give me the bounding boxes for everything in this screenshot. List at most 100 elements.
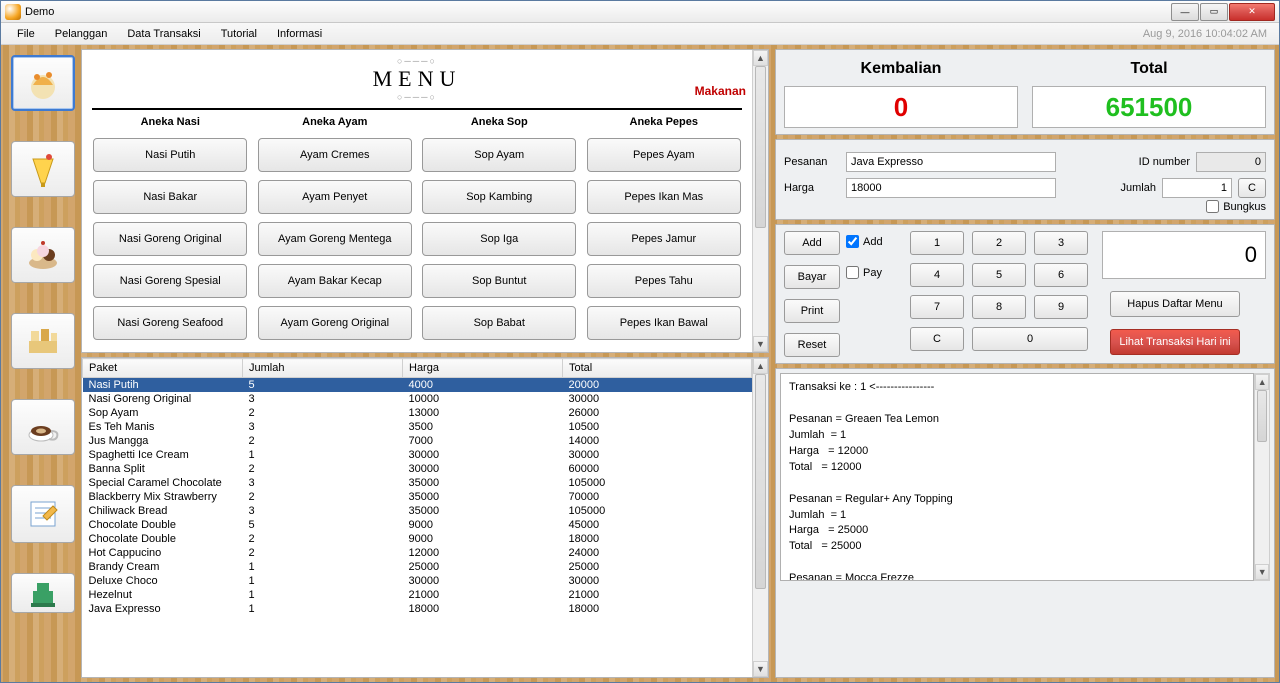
table-header[interactable]: Paket <box>83 359 243 378</box>
table-cell: 2 <box>243 490 403 504</box>
category-drinks[interactable] <box>11 141 75 197</box>
receipt-scrollbar[interactable]: ▲ ▼ <box>1254 373 1270 581</box>
menu-file[interactable]: File <box>7 25 45 43</box>
category-cashier[interactable] <box>11 573 75 613</box>
pesanan-input[interactable] <box>846 152 1056 172</box>
menu-item-button[interactable]: Pepes Tahu <box>587 264 741 298</box>
menu-item-button[interactable]: Pepes Ikan Bawal <box>587 306 741 340</box>
numpad-key-C[interactable]: C <box>910 327 964 351</box>
numpad-key-6[interactable]: 6 <box>1034 263 1088 287</box>
numpad-key-5[interactable]: 5 <box>972 263 1026 287</box>
menu-item-button[interactable]: Ayam Bakar Kecap <box>258 264 412 298</box>
menu-column: Aneka SopSop AyamSop KambingSop IgaSop B… <box>421 116 578 340</box>
add-button[interactable]: Add <box>784 231 840 255</box>
add-checkbox[interactable] <box>846 235 859 248</box>
table-row[interactable]: Hezelnut12100021000 <box>83 588 752 602</box>
numpad-key-4[interactable]: 4 <box>910 263 964 287</box>
table-header[interactable]: Total <box>563 359 752 378</box>
table-scrollbar[interactable]: ▲ ▼ <box>752 358 768 677</box>
table-header[interactable]: Jumlah <box>243 359 403 378</box>
menu-item-button[interactable]: Ayam Penyet <box>258 180 412 214</box>
table-row[interactable]: Chocolate Double2900018000 <box>83 532 752 546</box>
category-dessert[interactable] <box>11 227 75 283</box>
java-icon <box>5 4 21 20</box>
print-button[interactable]: Print <box>784 299 840 323</box>
scroll-up-icon[interactable]: ▲ <box>753 50 768 66</box>
table-row[interactable]: Spaghetti Ice Cream13000030000 <box>83 448 752 462</box>
menu-item-button[interactable]: Sop Kambing <box>422 180 576 214</box>
close-button[interactable]: ✕ <box>1229 3 1275 21</box>
bayar-button[interactable]: Bayar <box>784 265 840 289</box>
jumlah-input[interactable] <box>1162 178 1232 198</box>
table-row[interactable]: Deluxe Choco13000030000 <box>83 574 752 588</box>
table-row[interactable]: Chocolate Double5900045000 <box>83 518 752 532</box>
scroll-up-icon[interactable]: ▲ <box>753 358 768 374</box>
numpad-key-3[interactable]: 3 <box>1034 231 1088 255</box>
category-snack[interactable] <box>11 313 75 369</box>
table-row[interactable]: Banna Split23000060000 <box>83 462 752 476</box>
menu-item-button[interactable]: Sop Ayam <box>422 138 576 172</box>
table-row[interactable]: Special Caramel Chocolate335000105000 <box>83 476 752 490</box>
menu-item-button[interactable]: Pepes Ikan Mas <box>587 180 741 214</box>
scroll-down-icon[interactable]: ▼ <box>753 661 768 677</box>
menu-item-button[interactable]: Pepes Ayam <box>587 138 741 172</box>
menu-scrollbar[interactable]: ▲ ▼ <box>752 50 768 352</box>
table-row[interactable]: Sop Ayam21300026000 <box>83 406 752 420</box>
table-row[interactable]: Nasi Putih5400020000 <box>83 378 752 393</box>
menu-data-transaksi[interactable]: Data Transaksi <box>117 25 210 43</box>
menu-item-button[interactable]: Nasi Putih <box>93 138 247 172</box>
menu-informasi[interactable]: Informasi <box>267 25 332 43</box>
reset-button[interactable]: Reset <box>784 333 840 357</box>
menu-tutorial[interactable]: Tutorial <box>211 25 267 43</box>
menu-item-button[interactable]: Nasi Goreng Original <box>93 222 247 256</box>
scroll-up-icon[interactable]: ▲ <box>1255 374 1269 390</box>
table-row[interactable]: Jus Mangga2700014000 <box>83 434 752 448</box>
id-input <box>1196 152 1266 172</box>
menu-item-button[interactable]: Ayam Goreng Mentega <box>258 222 412 256</box>
numpad-key-1[interactable]: 1 <box>910 231 964 255</box>
menu-item-button[interactable]: Pepes Jamur <box>587 222 741 256</box>
menu-pelanggan[interactable]: Pelanggan <box>45 25 118 43</box>
scroll-thumb[interactable] <box>1257 390 1267 442</box>
lihat-button[interactable]: Lihat Transaksi Hari ini <box>1110 329 1240 355</box>
numpad-key-9[interactable]: 9 <box>1034 295 1088 319</box>
table-row[interactable]: Es Teh Manis3350010500 <box>83 420 752 434</box>
table-cell: 35000 <box>403 476 563 490</box>
category-notes[interactable] <box>11 485 75 543</box>
pay-checkbox[interactable] <box>846 266 859 279</box>
scroll-thumb[interactable] <box>755 374 766 589</box>
table-row[interactable]: Java Expresso11800018000 <box>83 602 752 616</box>
table-row[interactable]: Nasi Goreng Original31000030000 <box>83 392 752 406</box>
table-row[interactable]: Blackberry Mix Strawberry23500070000 <box>83 490 752 504</box>
menu-item-button[interactable]: Sop Buntut <box>422 264 576 298</box>
menu-item-button[interactable]: Ayam Goreng Original <box>258 306 412 340</box>
menu-item-button[interactable]: Nasi Goreng Seafood <box>93 306 247 340</box>
scroll-down-icon[interactable]: ▼ <box>1255 564 1269 580</box>
table-row[interactable]: Hot Cappucino21200024000 <box>83 546 752 560</box>
scroll-thumb[interactable] <box>755 66 766 228</box>
bungkus-checkbox[interactable] <box>1206 200 1219 213</box>
category-coffee[interactable] <box>11 399 75 455</box>
menu-item-button[interactable]: Ayam Cremes <box>258 138 412 172</box>
table-header[interactable]: Harga <box>403 359 563 378</box>
table-cell: 25000 <box>403 560 563 574</box>
harga-input[interactable] <box>846 178 1056 198</box>
table-cell: Banna Split <box>83 462 243 476</box>
numpad-key-8[interactable]: 8 <box>972 295 1026 319</box>
numpad-key-7[interactable]: 7 <box>910 295 964 319</box>
numpad-key-2[interactable]: 2 <box>972 231 1026 255</box>
menu-item-button[interactable]: Nasi Bakar <box>93 180 247 214</box>
hapus-button[interactable]: Hapus Daftar Menu <box>1110 291 1240 317</box>
clear-qty-button[interactable]: C <box>1238 178 1266 198</box>
numpad-key-0[interactable]: 0 <box>972 327 1088 351</box>
table-row[interactable]: Chiliwack Bread335000105000 <box>83 504 752 518</box>
maximize-button[interactable]: ▭ <box>1200 3 1228 21</box>
category-food[interactable] <box>11 55 75 111</box>
table-row[interactable]: Brandy Cream12500025000 <box>83 560 752 574</box>
table-cell: 5 <box>243 518 403 532</box>
menu-item-button[interactable]: Nasi Goreng Spesial <box>93 264 247 298</box>
scroll-down-icon[interactable]: ▼ <box>753 336 768 352</box>
menu-item-button[interactable]: Sop Iga <box>422 222 576 256</box>
menu-item-button[interactable]: Sop Babat <box>422 306 576 340</box>
minimize-button[interactable]: — <box>1171 3 1199 21</box>
